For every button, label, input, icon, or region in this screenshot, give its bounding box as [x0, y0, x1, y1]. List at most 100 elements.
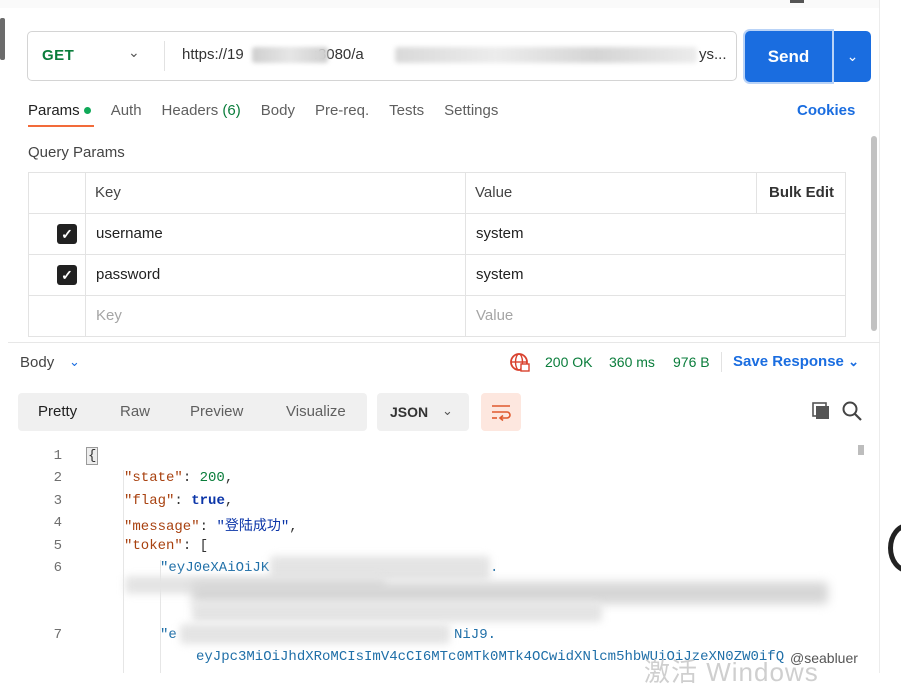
line-number: 3	[53, 493, 62, 509]
method-select[interactable]: GET	[42, 47, 74, 64]
json-boolean: true	[191, 493, 225, 509]
response-body-label[interactable]: Body	[20, 354, 54, 371]
chevron-down-icon: ⌄	[848, 354, 859, 369]
table-header-row: Key Value Bulk Edit	[29, 173, 845, 214]
panel-edge	[879, 0, 880, 673]
json-string: "登陆成功"	[216, 519, 290, 535]
redacted-region	[180, 624, 450, 644]
tab-raw[interactable]: Raw	[120, 403, 150, 420]
network-globe-icon[interactable]	[509, 352, 530, 373]
top-edge-icon	[790, 0, 804, 3]
code-scrollbar[interactable]	[858, 445, 864, 455]
params-indicator-dot	[83, 106, 91, 114]
chevron-down-icon[interactable]: ⌄	[128, 44, 140, 61]
status-code[interactable]: 200 OK	[545, 354, 592, 370]
wrap-icon	[492, 405, 511, 422]
top-strip	[0, 0, 880, 8]
tab-headers-label: Headers	[161, 102, 219, 119]
divider	[721, 352, 722, 372]
send-button[interactable]: Send	[745, 31, 832, 82]
tab-visualize[interactable]: Visualize	[286, 403, 346, 420]
tab-tests[interactable]: Tests	[389, 102, 424, 122]
redacted-region	[192, 582, 828, 604]
token-string: "e	[160, 627, 177, 643]
line-number: 5	[53, 538, 62, 554]
param-value[interactable]: system	[476, 225, 524, 242]
url-suffix: ys...	[699, 46, 727, 63]
tab-params-label: Params	[28, 102, 80, 119]
param-checkbox[interactable]: ✓	[57, 265, 77, 285]
table-row: ✓ password system	[29, 255, 845, 296]
line-number: 2	[53, 470, 62, 486]
url-redacted-1	[252, 47, 328, 63]
cookies-link[interactable]: Cookies	[797, 102, 855, 119]
chevron-down-icon: ⌄	[442, 403, 453, 418]
panel-divider[interactable]	[8, 342, 880, 343]
line-number: 6	[53, 560, 62, 576]
key-column-header: Key	[95, 184, 121, 201]
headers-count: (6)	[222, 102, 241, 119]
save-response-button[interactable]: Save Response ⌄	[733, 353, 859, 370]
json-number: 200	[199, 470, 225, 486]
sidebar-resize-handle[interactable]	[0, 18, 5, 60]
json-bracket: [	[199, 538, 209, 554]
search-icon[interactable]	[841, 400, 863, 422]
param-key[interactable]: password	[96, 266, 160, 283]
json-key: "message"	[124, 519, 200, 535]
new-key-input[interactable]: Key	[96, 307, 122, 324]
wrap-lines-button[interactable]	[481, 393, 521, 431]
json-line: "flag": true,	[124, 493, 234, 509]
tab-pre-request[interactable]: Pre-req.	[315, 102, 369, 122]
copy-icon[interactable]	[811, 401, 831, 421]
response-view-tabs: Pretty Raw Preview Visualize	[18, 393, 367, 431]
param-key[interactable]: username	[96, 225, 163, 242]
checkmark-icon: ✓	[61, 225, 73, 242]
json-line: "message": "登陆成功",	[124, 519, 298, 535]
json-key: "state"	[124, 470, 183, 486]
request-tabs: Params Auth Headers (6) Body Pre-req. Te…	[28, 102, 518, 122]
credit-watermark: @seabluer	[790, 650, 858, 666]
line-number: 1	[53, 448, 62, 464]
params-table: Key Value Bulk Edit ✓ username system ✓ …	[28, 172, 846, 337]
url-divider	[164, 41, 165, 71]
format-label: JSON	[390, 404, 429, 420]
json-line: "token": [	[124, 538, 209, 554]
query-params-title: Query Params	[28, 144, 125, 161]
value-column-header: Value	[475, 184, 513, 201]
tab-pretty[interactable]: Pretty	[38, 403, 77, 420]
token-string: "eyJ0eXAiOiJK	[160, 560, 270, 576]
param-value[interactable]: system	[476, 266, 524, 283]
json-key: "token"	[124, 538, 183, 554]
tab-preview[interactable]: Preview	[190, 403, 243, 420]
table-row: ✓ username system	[29, 214, 845, 255]
json-key: "flag"	[124, 493, 175, 509]
param-checkbox[interactable]: ✓	[57, 224, 77, 244]
tab-settings[interactable]: Settings	[444, 102, 498, 122]
url-prefix: https://19	[182, 46, 244, 63]
chevron-down-icon: ⌄	[846, 48, 859, 64]
tab-params[interactable]: Params	[28, 102, 91, 122]
checkmark-icon: ✓	[61, 266, 73, 283]
active-tab-underline	[28, 125, 94, 127]
token-string-tail: NiJ9.	[454, 627, 497, 643]
json-brace: {	[86, 447, 99, 465]
save-response-label: Save Response	[733, 353, 844, 370]
response-size[interactable]: 976 B	[673, 354, 710, 370]
bulk-edit-button[interactable]: Bulk Edit	[769, 184, 834, 201]
line-number: 7	[53, 627, 62, 643]
redacted-region	[192, 602, 602, 622]
tab-headers[interactable]: Headers (6)	[162, 102, 241, 122]
tab-body[interactable]: Body	[261, 102, 295, 122]
new-value-input[interactable]: Value	[476, 307, 513, 324]
token-string-tail: .	[490, 560, 499, 576]
response-time[interactable]: 360 ms	[609, 354, 655, 370]
chevron-down-icon[interactable]: ⌄	[69, 354, 80, 370]
url-redacted-2	[395, 47, 697, 63]
scrollbar[interactable]	[871, 136, 877, 331]
tab-auth[interactable]: Auth	[111, 102, 142, 122]
floating-assistant-icon[interactable]	[888, 523, 901, 573]
json-line: "state": 200,	[124, 470, 234, 486]
line-number: 4	[53, 515, 62, 531]
table-row-empty: Key Value	[29, 296, 845, 337]
send-options-button[interactable]: ⌄	[834, 31, 871, 82]
